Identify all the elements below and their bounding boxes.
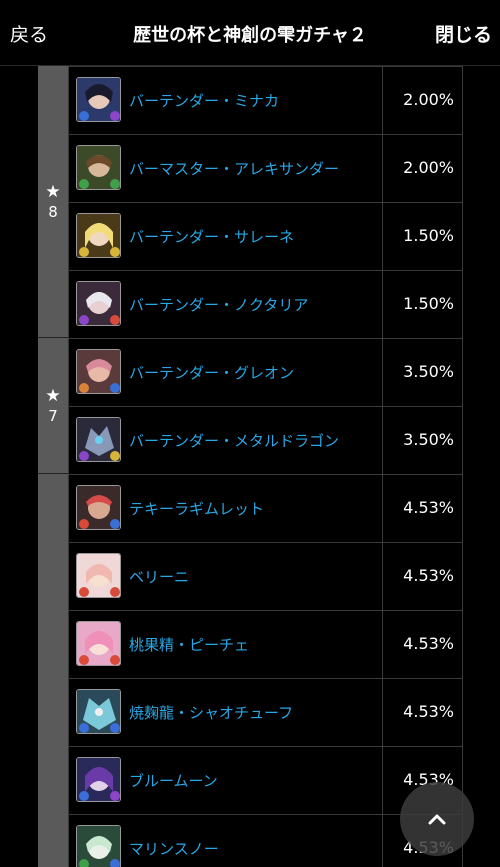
column-divider <box>382 475 383 542</box>
column-divider <box>382 339 383 406</box>
table-row[interactable]: バーテンダー・メタルドラゴン 3.50% <box>68 406 463 474</box>
drop-rate: 1.50% <box>403 226 454 245</box>
drop-rate-table: ★ 8 ★ 7 バーテンダー・ミナカ 2.00% バーマスター・アレキサンダー … <box>38 66 463 867</box>
table-row[interactable]: 焼麹龍・シャオチューフ 4.53% <box>68 678 463 746</box>
app-header: 戻る 歴世の杯と神創の雫ガチャ２ 閉じる <box>0 0 500 66</box>
chevron-up-icon <box>428 814 446 825</box>
column-divider <box>382 407 383 474</box>
page-title: 歴世の杯と神創の雫ガチャ２ <box>133 25 367 46</box>
character-name-link[interactable]: 焼麹龍・シャオチューフ <box>129 702 293 723</box>
peche-icon[interactable] <box>76 621 121 666</box>
table-row[interactable]: バーテンダー・グレオン 3.50% <box>68 338 463 406</box>
column-divider <box>382 679 383 746</box>
metal-dragon-icon[interactable] <box>76 417 121 462</box>
column-divider <box>382 67 383 134</box>
noctaria-icon[interactable] <box>76 281 121 326</box>
bellini-icon[interactable] <box>76 553 121 598</box>
table-row[interactable]: バーテンダー・ミナカ 2.00% <box>68 66 463 134</box>
star-icon: ★ <box>45 181 61 202</box>
scroll-to-top-button[interactable] <box>400 782 474 856</box>
rarity-cell: ★ 7 <box>38 338 68 474</box>
table-row[interactable]: バーテンダー・ノクタリア 1.50% <box>68 270 463 338</box>
table-row[interactable]: テキーラギムレット 4.53% <box>68 474 463 542</box>
character-name-link[interactable]: テキーラギムレット <box>129 498 264 519</box>
drop-rate: 4.53% <box>403 634 454 653</box>
character-name-link[interactable]: バーテンダー・グレオン <box>129 362 294 383</box>
marine-snow-icon[interactable] <box>76 825 121 867</box>
drop-rate: 4.53% <box>403 498 454 517</box>
close-button[interactable]: 閉じる <box>435 20 492 47</box>
character-name-link[interactable]: バーテンダー・ミナカ <box>129 90 279 111</box>
drop-rate: 3.50% <box>403 430 454 449</box>
column-divider <box>382 747 383 814</box>
rarity-number: 8 <box>48 202 58 221</box>
drop-rate: 2.00% <box>403 90 454 109</box>
drop-rate: 4.53% <box>403 702 454 721</box>
column-divider <box>382 611 383 678</box>
character-name-link[interactable]: ベリーニ <box>129 566 189 587</box>
character-name-link[interactable]: ブルームーン <box>129 770 218 791</box>
table-row[interactable]: ベリーニ 4.53% <box>68 542 463 610</box>
blue-moon-icon[interactable] <box>76 757 121 802</box>
salene-icon[interactable] <box>76 213 121 258</box>
greon-icon[interactable] <box>76 349 121 394</box>
rarity-cell: ★ 8 <box>38 66 68 338</box>
table-row[interactable]: バーテンダー・サレーネ 1.50% <box>68 202 463 270</box>
alexander-icon[interactable] <box>76 145 121 190</box>
drop-rate: 4.53% <box>403 566 454 585</box>
character-name-link[interactable]: バーテンダー・メタルドラゴン <box>129 430 339 451</box>
rarity-number: 7 <box>48 406 58 425</box>
column-divider <box>382 203 383 270</box>
xiaochufu-icon[interactable] <box>76 689 121 734</box>
character-name-link[interactable]: マリンスノー <box>129 838 219 859</box>
column-divider <box>382 815 383 867</box>
drop-rate: 3.50% <box>403 362 454 381</box>
drop-rate: 2.00% <box>403 158 454 177</box>
character-name-link[interactable]: 桃果精・ピーチェ <box>129 634 249 655</box>
column-divider <box>382 543 383 610</box>
column-divider <box>382 271 383 338</box>
character-name-link[interactable]: バーテンダー・サレーネ <box>129 226 294 247</box>
drop-rate: 1.50% <box>403 294 454 313</box>
minaka-icon[interactable] <box>76 77 121 122</box>
character-name-link[interactable]: バーテンダー・ノクタリア <box>129 294 308 315</box>
table-row[interactable]: 桃果精・ピーチェ 4.53% <box>68 610 463 678</box>
character-name-link[interactable]: バーマスター・アレキサンダー <box>129 158 339 179</box>
back-button[interactable]: 戻る <box>10 20 48 47</box>
rarity-cell <box>38 474 68 867</box>
column-divider <box>382 135 383 202</box>
tequila-gimlet-icon[interactable] <box>76 485 121 530</box>
table-row[interactable]: バーマスター・アレキサンダー 2.00% <box>68 134 463 202</box>
star-icon: ★ <box>45 385 61 406</box>
